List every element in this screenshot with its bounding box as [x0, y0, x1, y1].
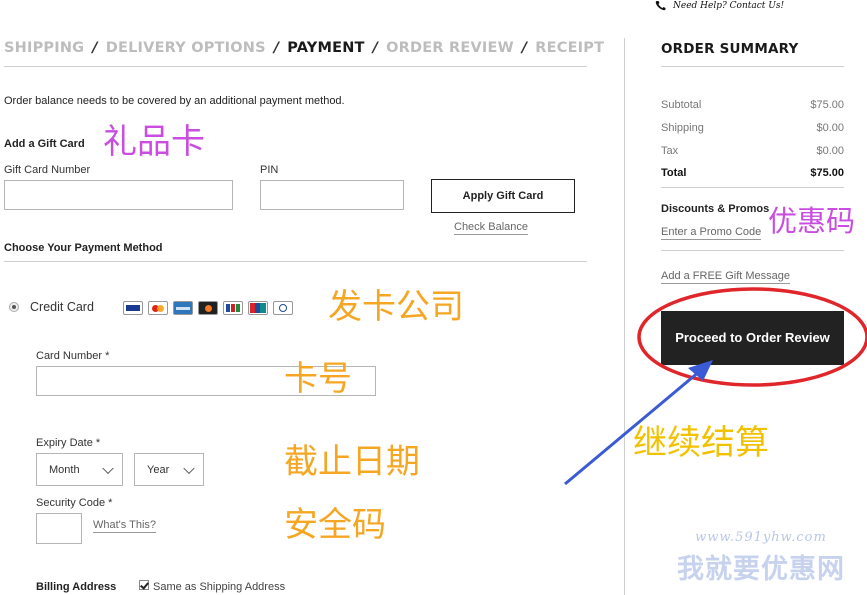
annotation-card-issuer: 发卡公司 [328, 287, 464, 327]
annotation-continue-checkout: 继续结算 [633, 423, 769, 463]
annotation-expiry: 截止日期 [284, 442, 420, 482]
watermark-url: www.591yhw.com [695, 530, 827, 545]
highlight-ellipse [637, 287, 867, 387]
annotation-promo-code: 优惠码 [768, 204, 856, 238]
watermark: www.591yhw.com 我就要优惠网 [666, 530, 856, 586]
watermark-name: 我就要优惠网 [677, 554, 845, 585]
annotation-security-code: 安全码 [284, 505, 386, 545]
annotation-card-number: 卡号 [284, 359, 352, 399]
annotation-gift-card: 礼品卡 [103, 122, 205, 162]
